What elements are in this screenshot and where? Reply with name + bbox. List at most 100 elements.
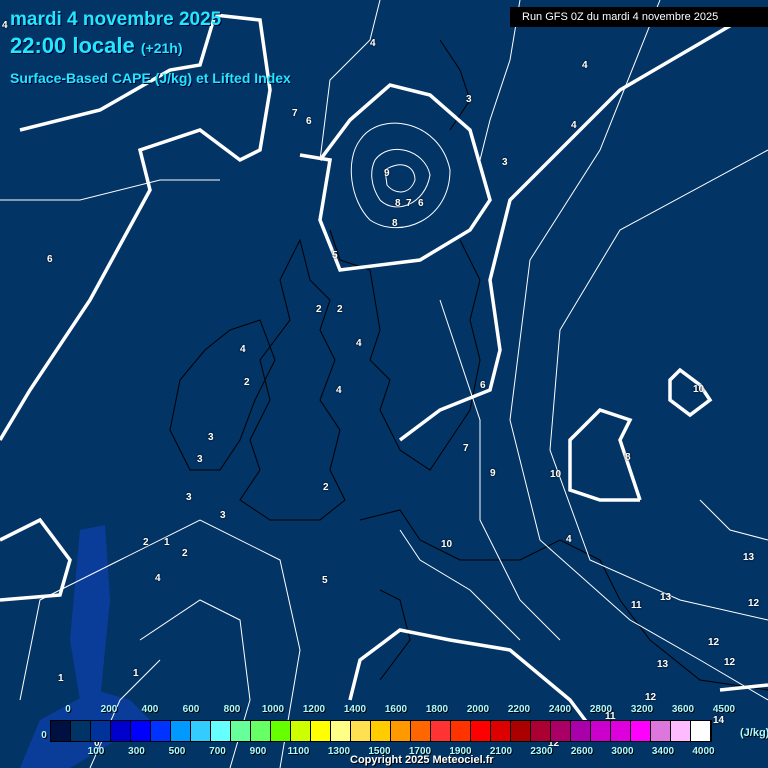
- contour-label: 9: [384, 168, 390, 179]
- legend-label-top: 1400: [343, 704, 367, 715]
- legend-label-top: 600: [182, 704, 200, 715]
- legend-swatch: [311, 721, 331, 741]
- legend-swatch: [691, 721, 711, 741]
- contour-label: 2: [337, 304, 343, 315]
- contour-label: 8: [392, 218, 398, 229]
- legend-label-top: 800: [223, 704, 241, 715]
- contour-label: 2: [316, 304, 322, 315]
- contour-label: 12: [748, 598, 760, 609]
- contour-label: 3: [197, 454, 203, 465]
- legend-swatch: [391, 721, 411, 741]
- legend-label-top: 1200: [302, 704, 326, 715]
- legend-label-top: 1000: [261, 704, 285, 715]
- local-time: 22:00 locale: [10, 33, 135, 58]
- run-info: Run GFS 0Z du mardi 4 novembre 2025: [510, 7, 768, 27]
- legend-swatch: [251, 721, 271, 741]
- contour-label: 4: [240, 344, 246, 355]
- contour-label: 10: [550, 469, 562, 480]
- legend-swatch: [571, 721, 591, 741]
- legend-swatch: [211, 721, 231, 741]
- legend-swatch: [471, 721, 491, 741]
- cape-legend: [50, 720, 712, 742]
- cape-map: 4 4 4 3 4 3 7 6 9 8 7 6 8 6 5 2 2 4 4 2 4 3 3 3 3 2 2 1 2 4 5 6 7 9 10 10 8 4…: [0, 0, 768, 768]
- contour-label: 3: [466, 94, 472, 105]
- contour-label: 3: [220, 510, 226, 521]
- legend-swatch: [591, 721, 611, 741]
- legend-unit: (J/kg): [740, 727, 768, 739]
- contour-label: 13: [743, 552, 755, 563]
- contour-label: 4: [2, 20, 8, 31]
- legend-label-top: 200: [100, 704, 118, 715]
- legend-swatch: [131, 721, 151, 741]
- contour-label: 3: [208, 432, 214, 443]
- contour-label: 3: [502, 157, 508, 168]
- legend-label-bottom: 3400: [651, 746, 675, 757]
- legend-label-bottom: 300: [128, 746, 145, 757]
- legend-swatch: [431, 721, 451, 741]
- legend-swatch: [411, 721, 431, 741]
- legend-label-bottom: 3000: [611, 746, 634, 757]
- legend-label-top: 400: [141, 704, 159, 715]
- legend-label-bottom: 1100: [287, 746, 310, 757]
- legend-label-top: 2400: [548, 704, 572, 715]
- copyright: Copyright 2025 Meteociel.fr: [350, 754, 494, 766]
- contour-label: 8: [625, 452, 631, 463]
- contour-label: 10: [693, 384, 705, 395]
- legend-label-bottom: 500: [168, 746, 186, 757]
- contour-label: 7: [406, 198, 412, 209]
- contour-label: 5: [332, 250, 338, 261]
- legend-label-bottom: 100: [87, 746, 105, 757]
- legend-label-top: 1800: [425, 704, 449, 715]
- legend-swatch: [451, 721, 471, 741]
- legend-swatch: [71, 721, 91, 741]
- contour-label: 6: [47, 254, 53, 265]
- legend-label-top: 4500: [712, 704, 736, 715]
- contour-label: 4: [336, 385, 342, 396]
- contour-label: 3: [186, 492, 192, 503]
- contour-label: 9: [490, 468, 496, 479]
- legend-swatch: [171, 721, 191, 741]
- legend-label-bottom: 700: [209, 746, 226, 757]
- contour-label: 1: [133, 668, 139, 679]
- contour-label: 6: [480, 380, 486, 391]
- legend-swatch: [231, 721, 251, 741]
- legend-swatch: [51, 721, 71, 741]
- contour-label: 4: [155, 573, 161, 584]
- legend-swatch: [651, 721, 671, 741]
- legend-swatch: [291, 721, 311, 741]
- contour-label: 4: [356, 338, 362, 349]
- legend-swatch: [331, 721, 351, 741]
- legend-swatch: [351, 721, 371, 741]
- contour-label: 2: [244, 377, 250, 388]
- contour-label: 6: [418, 198, 424, 209]
- contour-label: 7: [463, 443, 469, 454]
- legend-label-top: 3600: [671, 704, 695, 715]
- legend-swatch: [531, 721, 551, 741]
- li-thin-contours: [0, 0, 768, 768]
- legend-zero-label: 0: [41, 730, 47, 741]
- legend-swatch: [611, 721, 631, 741]
- contour-label: 2: [182, 548, 188, 559]
- map-layer: [0, 0, 768, 768]
- contour-label: 4: [582, 60, 588, 71]
- legend-swatch: [671, 721, 691, 741]
- legend-label-top: 3200: [630, 704, 654, 715]
- legend-label-bottom: 900: [249, 746, 267, 757]
- contour-label: 2: [143, 537, 149, 548]
- legend-label-top: 0: [65, 704, 71, 715]
- legend-swatch: [631, 721, 651, 741]
- legend-label-top: 2800: [589, 704, 613, 715]
- contour-label: 4: [571, 120, 577, 131]
- legend-swatch: [91, 721, 111, 741]
- coastlines: [169, 39, 768, 691]
- contour-label: 6: [306, 116, 312, 127]
- legend-swatch: [511, 721, 531, 741]
- legend-swatch: [111, 721, 131, 741]
- contour-label: 8: [395, 198, 401, 209]
- map-title: Surface-Based CAPE (J/kg) et Lifted Inde…: [10, 70, 291, 86]
- legend-label-top: 2200: [507, 704, 531, 715]
- contour-label: 12: [645, 692, 657, 703]
- legend-swatch: [151, 721, 171, 741]
- contour-label: 5: [322, 575, 328, 586]
- contour-label: 14: [713, 715, 725, 726]
